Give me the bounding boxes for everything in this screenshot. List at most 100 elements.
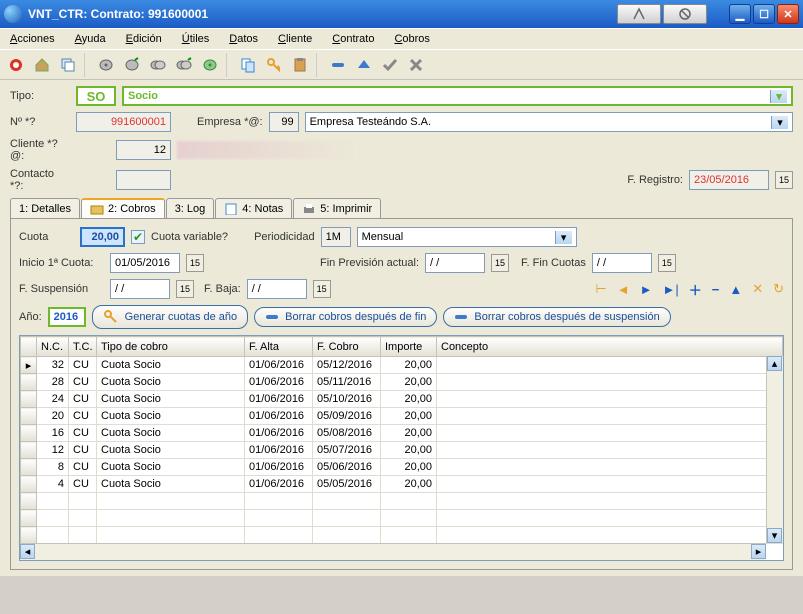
table-row[interactable]: 8CUCuota Socio01/06/201605/06/201620,00 xyxy=(21,459,783,476)
nav-cancel-icon[interactable]: ✕ xyxy=(752,281,763,297)
menu-acciones[interactable]: Acciones xyxy=(4,31,61,47)
cobros-grid[interactable]: N.C.T.C.Tipo de cobroF. AltaF. CobroImpo… xyxy=(19,335,784,561)
table-row[interactable]: 12CUCuota Socio01/06/201605/07/201620,00 xyxy=(21,442,783,459)
tb-disk1-icon[interactable] xyxy=(94,53,118,77)
empresa-combo[interactable]: Empresa Testeándo S.A. ▾ xyxy=(305,112,793,132)
cliente-field[interactable]: 12 xyxy=(116,140,171,160)
empresa-code[interactable]: 99 xyxy=(269,112,299,132)
tipo-desc: Socio xyxy=(128,90,770,102)
tipo-code[interactable]: SO xyxy=(76,86,116,106)
borrar-fin-button[interactable]: Borrar cobros después de fin xyxy=(254,307,437,327)
calendar-icon[interactable]: 15 xyxy=(775,171,793,189)
chevron-down-icon[interactable]: ▾ xyxy=(771,116,788,129)
menu-contrato[interactable]: Contrato xyxy=(326,31,380,47)
tab-cobros[interactable]: 2: Cobros xyxy=(81,198,165,218)
chevron-down-icon[interactable]: ▾ xyxy=(770,90,787,103)
menu-cobros[interactable]: Cobros xyxy=(388,31,435,47)
scrollbar-horizontal[interactable]: ◂ ▸ xyxy=(20,543,766,560)
cuota-input[interactable]: 20,00 xyxy=(80,227,125,247)
tb-disk3-icon[interactable] xyxy=(146,53,170,77)
table-row[interactable]: 20CUCuota Socio01/06/201605/09/201620,00 xyxy=(21,408,783,425)
tb-windows-icon[interactable] xyxy=(56,53,80,77)
chevron-down-icon[interactable]: ▾ xyxy=(555,231,572,244)
cuota-variable-checkbox[interactable]: ✔ xyxy=(131,230,145,244)
menu-edicion[interactable]: Edición xyxy=(120,31,168,47)
tab-detalles[interactable]: 1: Detalles xyxy=(10,198,80,218)
tb-paste-icon[interactable] xyxy=(288,53,312,77)
col-header[interactable]: N.C. xyxy=(37,337,69,357)
col-header[interactable]: Importe xyxy=(381,337,437,357)
tb-power-icon[interactable] xyxy=(4,53,28,77)
tab-imprimir[interactable]: 5: Imprimir xyxy=(293,198,381,218)
tb-disk2-icon[interactable] xyxy=(120,53,144,77)
col-header[interactable]: F. Alta xyxy=(245,337,313,357)
tb-home-icon[interactable] xyxy=(30,53,54,77)
calendar-icon[interactable]: 15 xyxy=(658,254,676,272)
tb-minus-icon[interactable] xyxy=(326,53,350,77)
col-header[interactable]: T.C. xyxy=(69,337,97,357)
tb-disk4-icon[interactable] xyxy=(172,53,196,77)
table-row[interactable]: 28CUCuota Socio01/06/201605/11/201620,00 xyxy=(21,374,783,391)
periodicidad-label: Periodicidad xyxy=(254,231,315,243)
table-row[interactable]: 24CUCuota Socio01/06/201605/10/201620,00 xyxy=(21,391,783,408)
calendar-icon[interactable]: 15 xyxy=(176,280,194,298)
menu-ayuda[interactable]: Ayuda xyxy=(69,31,112,47)
tb-up-icon[interactable] xyxy=(352,53,376,77)
periodicidad-combo[interactable]: Mensual ▾ xyxy=(357,227,577,247)
scroll-left-icon[interactable]: ◂ xyxy=(20,544,35,559)
menu-cliente[interactable]: Cliente xyxy=(272,31,318,47)
menu-datos[interactable]: Datos xyxy=(223,31,264,47)
contacto-field[interactable] xyxy=(116,170,171,190)
periodicidad-code[interactable]: 1M xyxy=(321,227,351,247)
inicio-field[interactable]: 01/05/2016 xyxy=(110,253,180,273)
close-button[interactable]: ✕ xyxy=(777,4,799,24)
scroll-up-icon[interactable]: ▴ xyxy=(767,356,782,371)
nav-add-icon[interactable]: ＋ xyxy=(689,280,702,299)
minus-icon xyxy=(454,312,468,322)
maximize-button[interactable]: ☐ xyxy=(753,4,775,24)
nav-play-icon[interactable]: ► xyxy=(640,282,653,297)
table-row[interactable]: 16CUCuota Socio01/06/201605/08/201620,00 xyxy=(21,425,783,442)
tb-check-icon[interactable] xyxy=(378,53,402,77)
scrollbar-vertical[interactable]: ▴ ▾ xyxy=(766,356,783,543)
title-extra-button-1[interactable] xyxy=(617,4,661,24)
anio-field[interactable]: 2016 xyxy=(48,307,86,327)
nav-next-icon[interactable]: ►| xyxy=(662,282,678,297)
tb-cancel-icon[interactable] xyxy=(404,53,428,77)
tab-notas[interactable]: 4: Notas xyxy=(215,198,292,218)
calendar-icon[interactable]: 15 xyxy=(313,280,331,298)
nav-prev-icon[interactable]: ◄ xyxy=(617,282,630,297)
fincuot-field[interactable]: / / xyxy=(592,253,652,273)
tab-log[interactable]: 3: Log xyxy=(166,198,215,218)
nav-first-icon[interactable]: ⊢ xyxy=(595,281,606,297)
susp-field[interactable]: / / xyxy=(110,279,170,299)
borrar-susp-button[interactable]: Borrar cobros después de suspensión xyxy=(443,307,670,327)
baja-field[interactable]: / / xyxy=(247,279,307,299)
col-header[interactable] xyxy=(21,337,37,357)
scroll-down-icon[interactable]: ▾ xyxy=(767,528,782,543)
tipo-combo[interactable]: Socio ▾ xyxy=(122,86,793,106)
generar-button[interactable]: Generar cuotas de año xyxy=(92,305,249,329)
cliente-name-blur xyxy=(177,141,357,159)
finprev-field[interactable]: / / xyxy=(425,253,485,273)
minimize-button[interactable]: ▁ xyxy=(729,4,751,24)
title-extra-button-2[interactable] xyxy=(663,4,707,24)
registro-field[interactable]: 23/05/2016 xyxy=(689,170,769,190)
col-header[interactable]: F. Cobro xyxy=(313,337,381,357)
tb-copy-icon[interactable] xyxy=(236,53,260,77)
nav-refresh-icon[interactable]: ↻ xyxy=(773,281,784,297)
tb-key-icon[interactable] xyxy=(262,53,286,77)
col-header[interactable]: Concepto xyxy=(437,337,783,357)
table-row[interactable]: ▸32CUCuota Socio01/06/201605/12/201620,0… xyxy=(21,357,783,374)
table-row[interactable]: 4CUCuota Socio01/06/201605/05/201620,00 xyxy=(21,476,783,493)
menu-utiles[interactable]: Útiles xyxy=(176,31,216,47)
tb-disk5-icon[interactable] xyxy=(198,53,222,77)
nav-remove-icon[interactable]: − xyxy=(712,282,720,297)
scroll-right-icon[interactable]: ▸ xyxy=(751,544,766,559)
calendar-icon[interactable]: 15 xyxy=(491,254,509,272)
nav-up-icon[interactable]: ▲ xyxy=(729,282,742,297)
col-header[interactable]: Tipo de cobro xyxy=(97,337,245,357)
calendar-icon[interactable]: 15 xyxy=(186,254,204,272)
numero-field[interactable]: 991600001 xyxy=(76,112,171,132)
titlebar: VNT_CTR: Contrato: 991600001 ▁ ☐ ✕ xyxy=(0,0,803,28)
